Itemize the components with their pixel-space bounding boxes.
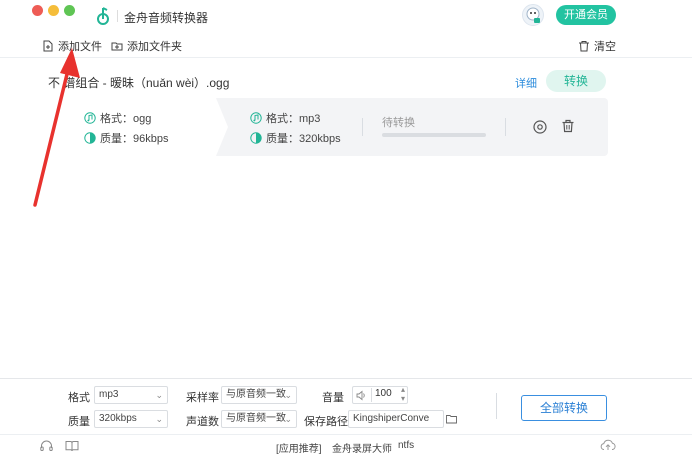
- chevron-down-icon: ⌄: [155, 414, 163, 424]
- quality-icon: [84, 132, 96, 144]
- detail-link[interactable]: 详细: [515, 75, 537, 91]
- add-folder-button[interactable]: 添加文件夹: [111, 38, 182, 54]
- app-logo-icon: [97, 7, 109, 25]
- recommend-app-screen-recorder[interactable]: 金舟录屏大师: [332, 440, 392, 455]
- format-value: mp3: [99, 389, 119, 400]
- source-panel-arrow: [216, 98, 228, 156]
- quality-label: 质量: [68, 416, 90, 428]
- source-quality-text: 质量：96kbps: [100, 133, 169, 145]
- channels-value: 与原音频一致: [226, 413, 286, 424]
- target-format-text: 格式：mp3: [266, 113, 321, 125]
- minimize-window-button[interactable]: [48, 5, 59, 16]
- file-row: 不 谱组合 - 暧昧（nuǎn wèi）.ogg 详细 转换: [0, 66, 692, 98]
- source-info-panel: [46, 98, 216, 156]
- music-note-icon: [84, 112, 96, 124]
- format-label: 格式: [68, 392, 90, 404]
- add-folder-icon: [111, 42, 123, 51]
- maximize-window-button[interactable]: [64, 5, 75, 16]
- user-avatar[interactable]: [522, 4, 544, 26]
- panel-separator: [496, 393, 497, 419]
- sample-rate-select[interactable]: 与原音频一致 ⌄: [221, 386, 297, 404]
- quality-value: 320kbps: [99, 413, 137, 424]
- trash-icon: [579, 41, 589, 52]
- channels-select[interactable]: 与原音频一致 ⌄: [221, 410, 297, 428]
- book-icon[interactable]: [65, 440, 79, 452]
- volume-value: 100: [375, 388, 392, 399]
- vip-button[interactable]: 开通会员: [556, 5, 616, 25]
- format-select[interactable]: mp3 ⌄: [94, 386, 168, 404]
- file-name: 不 谱组合 - 暧昧（nuǎn wèi）.ogg: [48, 76, 230, 90]
- headset-icon[interactable]: [40, 440, 53, 452]
- quality-select[interactable]: 320kbps ⌄: [94, 410, 168, 428]
- chevron-down-icon: ⌄: [284, 390, 292, 400]
- channels-label: 声道数: [186, 416, 219, 428]
- source-format: 格式：ogg: [84, 110, 151, 126]
- convert-all-button[interactable]: 全部转换: [521, 395, 607, 421]
- settings-icon[interactable]: [533, 120, 547, 134]
- source-quality: 质量：96kbps: [84, 130, 168, 146]
- clear-button[interactable]: 清空: [578, 38, 616, 54]
- recommend-label: [应用推荐]: [276, 444, 322, 455]
- target-format: 格式：mp3: [250, 110, 320, 126]
- app-title: 金舟音频转换器: [124, 11, 209, 25]
- close-window-button[interactable]: [32, 5, 43, 16]
- volume-label: 音量: [322, 392, 344, 404]
- title-separator: [117, 10, 118, 22]
- card-separator: [362, 118, 363, 136]
- footer: [应用推荐] 金舟录屏大师 ntfs: [0, 434, 692, 456]
- settings-panel: 格式 mp3 ⌄ 质量 320kbps ⌄ 采样率 与原音频一致 ⌄ 声道数 与…: [0, 378, 692, 432]
- target-quality: 质量：320kbps: [250, 130, 341, 146]
- add-file-label: 添加文件: [58, 41, 102, 53]
- file-card: 格式：ogg 质量：96kbps 格式：mp3 质量：320kbps 待转换: [46, 98, 608, 156]
- stepper-up-icon[interactable]: ▴: [401, 386, 405, 394]
- title-bar: 金舟音频转换器 开通会员: [0, 0, 692, 32]
- convert-button[interactable]: 转换: [546, 70, 606, 92]
- card-separator: [505, 118, 506, 136]
- cloud-upload-icon[interactable]: [600, 439, 616, 451]
- music-note-icon: [250, 112, 262, 124]
- save-path-field[interactable]: KingshiperConve: [348, 410, 444, 428]
- sample-rate-label: 采样率: [186, 392, 219, 404]
- chevron-down-icon: ⌄: [284, 414, 292, 424]
- progress-bar: [382, 133, 486, 137]
- avatar-icon: [526, 7, 540, 23]
- clear-label: 清空: [594, 41, 616, 53]
- source-format-text: 格式：ogg: [100, 113, 152, 125]
- save-path-label: 保存路径: [304, 416, 348, 428]
- folder-icon[interactable]: [446, 414, 457, 424]
- add-file-icon: [43, 40, 53, 52]
- volume-stepper[interactable]: 100 ▴ ▾: [352, 386, 408, 404]
- status-text: 待转换: [382, 117, 415, 129]
- chevron-down-icon: ⌄: [155, 390, 163, 400]
- quality-icon: [250, 132, 262, 144]
- toolbar: 添加文件 添加文件夹 清空: [0, 32, 692, 58]
- save-path-value: KingshiperConve: [353, 413, 430, 424]
- stepper-down-icon[interactable]: ▾: [401, 395, 405, 403]
- recommend-app-ntfs[interactable]: ntfs: [398, 440, 414, 451]
- add-folder-label: 添加文件夹: [127, 41, 182, 53]
- sample-rate-value: 与原音频一致: [226, 389, 286, 400]
- speaker-icon: [356, 390, 365, 401]
- target-quality-text: 质量：320kbps: [266, 133, 341, 145]
- delete-icon[interactable]: [561, 119, 575, 133]
- add-file-button[interactable]: 添加文件: [42, 38, 102, 54]
